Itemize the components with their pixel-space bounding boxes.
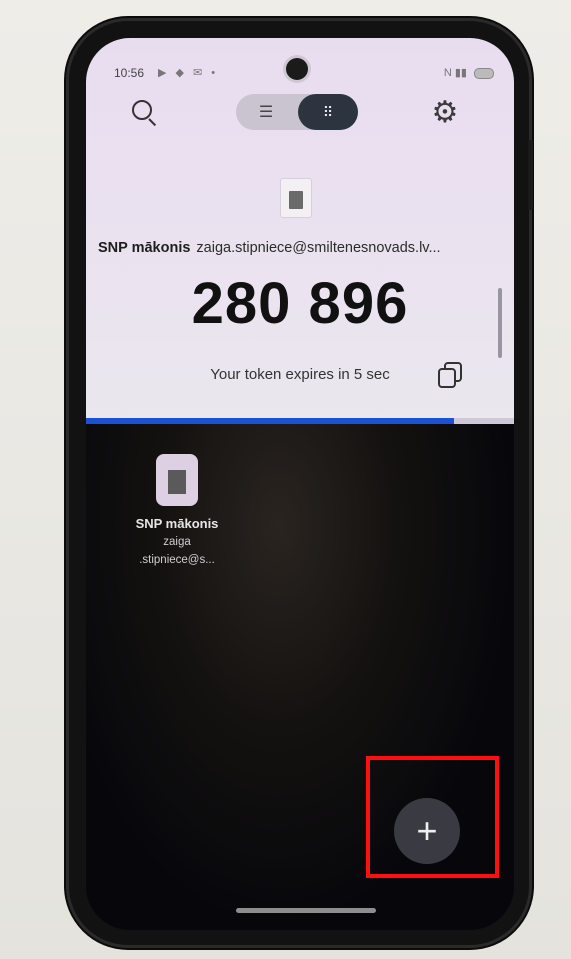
account-tile-name: SNP mākonis: [135, 516, 219, 531]
notification-icons: ▶ ◆ ✉ •: [158, 67, 219, 79]
account-tile-logo: [156, 454, 198, 506]
status-right-icons: N ▮▮: [444, 66, 494, 79]
home-indicator[interactable]: [236, 908, 376, 913]
phone-side-button: [528, 140, 533, 210]
search-button[interactable]: [130, 98, 160, 128]
toolbar: ☰ ⠿ ⚙: [86, 92, 514, 132]
token-panel: 10:56 ▶ ◆ ✉ • N ▮▮ ☰ ⠿ ⚙ SNP mākonis zai…: [86, 38, 514, 423]
list-view-icon: ☰: [258, 104, 274, 121]
account-title: SNP mākonis zaiga.stipniece@smiltenesnova…: [98, 240, 508, 260]
battery-icon: [474, 67, 494, 79]
account-email: zaiga.stipniece@smiltenesnovads.lv...: [196, 240, 441, 256]
scroll-handle[interactable]: [498, 288, 502, 358]
account-name: SNP mākonis: [98, 240, 191, 256]
settings-button[interactable]: ⚙: [429, 95, 461, 129]
search-icon: [132, 100, 152, 120]
account-tile-email: .stipniece@s...: [139, 554, 215, 566]
copy-button[interactable]: [438, 362, 464, 390]
camera-cutout: [286, 58, 308, 80]
account-logo: [280, 178, 312, 218]
highlight-box: [366, 756, 499, 878]
grid-view-button[interactable]: ⠿: [298, 94, 358, 130]
account-tile-user: zaiga: [163, 536, 191, 548]
view-toggle: ☰ ⠿: [236, 94, 358, 130]
gear-icon: ⚙: [431, 95, 459, 129]
token-code[interactable]: 280 896: [86, 270, 514, 337]
account-tile[interactable]: SNP mākonis zaiga .stipniece@s...: [120, 450, 230, 580]
list-view-button[interactable]: ☰: [236, 94, 296, 130]
status-time: 10:56: [114, 66, 145, 80]
grid-view-icon: ⠿: [322, 103, 334, 120]
